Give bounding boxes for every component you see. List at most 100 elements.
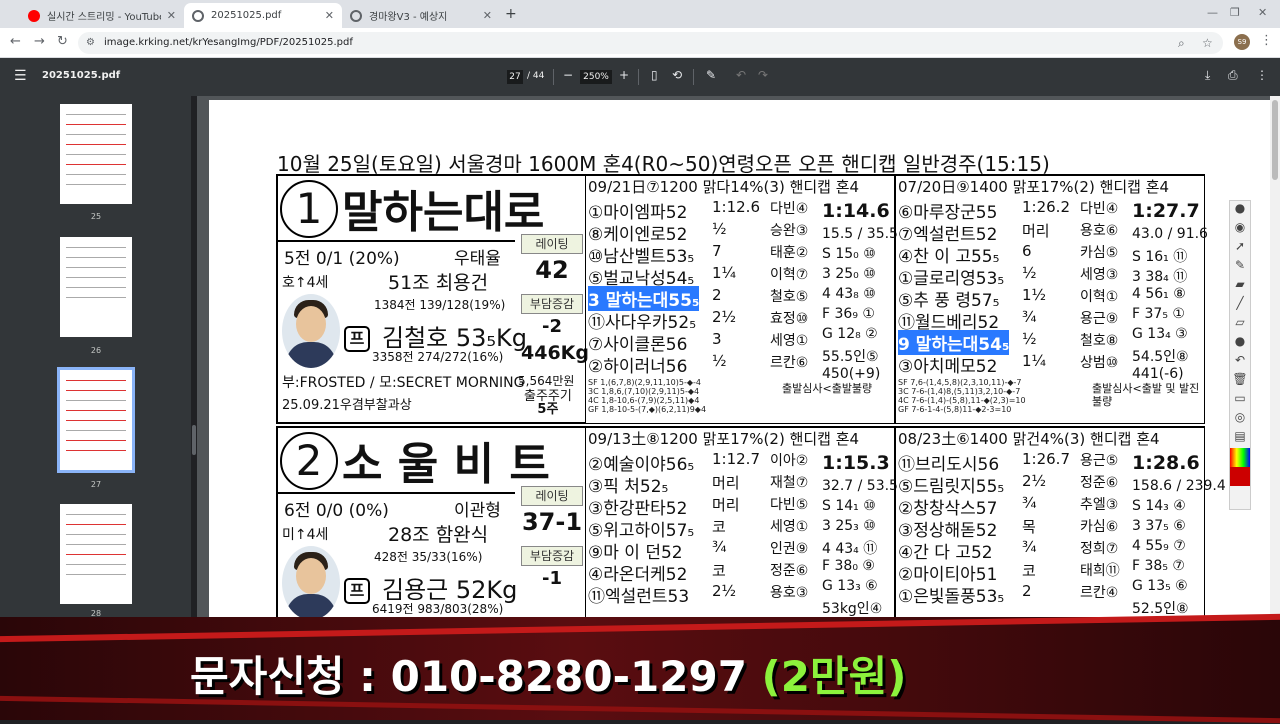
tab-title: 실시간 스트리밍 - YouTube Stu [47, 12, 161, 23]
close-icon[interactable]: ✕ [483, 9, 492, 22]
divider [693, 69, 694, 85]
rotate-icon[interactable]: ⟲ [672, 68, 682, 82]
race-result-row: ⑤위고하이57₅ 코 세영① [588, 516, 818, 541]
thumbnail-sidebar: 25 26 27 28 [0, 96, 191, 620]
eye-icon[interactable]: ◉ [1230, 220, 1250, 239]
divider [278, 492, 515, 494]
thumbnail-page-selected[interactable] [57, 367, 135, 473]
race-header: 09/21日⑦1200 맑다14%(3) 핸디캡 혼4 [588, 178, 860, 196]
race-result-row: ②예술이야56₅ 1:12.7 이아② [588, 450, 818, 475]
race-result-row: ⑧케이엔로52 ½ 승완③ [588, 220, 818, 245]
race-result-row: ①은빛돌풍53₅ 2 르칸④ [898, 582, 1128, 607]
cell-jk: 다빈⑤ [770, 497, 809, 513]
zoom-input[interactable]: 250% [580, 70, 612, 84]
pin-icon[interactable]: ● [1230, 201, 1250, 220]
race-result-row: ②창창삭스57 ¾ 추엘③ [898, 494, 1128, 519]
thumbnail-page[interactable] [60, 104, 132, 204]
highlighter-icon[interactable]: ▰ [1230, 277, 1250, 296]
tab-yesangji[interactable]: 경마왕V3 - 예상지 ✕ [342, 3, 500, 28]
cell-mg: 1:26.2 [1022, 198, 1070, 216]
pen-icon[interactable]: ✎ [1230, 258, 1250, 277]
close-icon[interactable]: ✕ [167, 9, 176, 22]
cell-mg: ¾ [1022, 494, 1037, 512]
zoom-out-button[interactable]: − [563, 68, 573, 82]
cell-jk: 효정⑩ [770, 311, 809, 327]
tab-title: 경마왕V3 - 예상지 [369, 12, 448, 23]
camera-icon[interactable]: ◎ [1230, 410, 1250, 429]
reload-icon[interactable]: ↻ [57, 34, 68, 49]
page-scrollbar[interactable] [1270, 96, 1280, 620]
back-icon[interactable]: ← [10, 34, 21, 49]
new-tab-button[interactable]: + [505, 6, 517, 22]
race-stat: F 38₀ ⑨ [822, 558, 875, 574]
address-bar[interactable]: ⚙ image.krking.net/krYesangImg/PDF/20251… [78, 32, 1223, 54]
thumbnail-page[interactable] [60, 504, 132, 604]
clipboard-icon[interactable]: ▤ [1230, 429, 1250, 448]
race-stat: 43.0 / 91.6 [1132, 226, 1208, 242]
download-icon[interactable]: ⤓ [1205, 68, 1210, 83]
cell-jk: 카심⑥ [1080, 519, 1119, 535]
tab-pdf[interactable]: 20251025.pdf ✕ [184, 3, 342, 28]
forward-icon[interactable]: → [34, 34, 45, 49]
body-weight: 446Kg [521, 342, 589, 364]
cell-mg: 1¼ [1022, 352, 1047, 370]
cell-mg: 3 [712, 330, 722, 348]
eraser-icon[interactable]: ▱ [1230, 315, 1250, 334]
redo-icon[interactable]: ↷ [758, 68, 768, 82]
cell-jk: 용호③ [770, 585, 809, 601]
jockey-stats: 3358전 274/272(16%) [372, 350, 504, 364]
annotate-icon[interactable]: ✎ [706, 68, 716, 82]
race-stat: 4 43₄ ⑪ [822, 541, 878, 557]
browser-toolbar: ← → ↻ ⚙ image.krking.net/krYesangImg/PDF… [0, 28, 1280, 58]
race-result-row: ⑤드림릿지55₅ 2½ 정준⑥ [898, 472, 1128, 497]
zoom-icon[interactable]: ⌕ [1178, 32, 1185, 54]
fit-page-icon[interactable]: ▯ [651, 68, 658, 82]
close-icon[interactable]: ✕ [325, 9, 334, 22]
site-info-icon[interactable]: ⚙ [86, 32, 95, 54]
trash-icon[interactable]: 🗑 [1230, 372, 1250, 391]
more-options-icon[interactable]: ⋮ [1256, 68, 1268, 82]
hamburger-menu-icon[interactable]: ☰ [14, 68, 27, 84]
cell-mg: ½ [1022, 330, 1037, 348]
race-stat: S 14₃ ④ [1132, 498, 1186, 514]
cell-jk: 세영① [770, 519, 809, 535]
color-palette-icon[interactable] [1230, 448, 1250, 467]
maximize-icon[interactable]: ❐ [1230, 6, 1240, 19]
cursor-icon[interactable]: ➚ [1230, 239, 1250, 258]
cell-jk: 정준⑥ [1080, 475, 1119, 491]
print-icon[interactable]: ⎙ [1228, 68, 1238, 83]
race-stat: 4 56₁ ⑧ [1132, 286, 1186, 302]
thumbnail-page[interactable] [60, 237, 132, 337]
race-result-row: ⑦엑설런트52 머리 용호⑥ [898, 220, 1128, 245]
cell-nm: ①은빛돌풍53₅ [898, 587, 1005, 607]
close-window-icon[interactable]: ✕ [1258, 6, 1267, 19]
horse-entry-1: 1 말하는대로 5전 0/1 (20%) 우태율 레이팅 42 호↑4세 51조… [276, 174, 589, 424]
zoom-in-button[interactable]: + [619, 68, 629, 82]
tab-youtube[interactable]: 실시간 스트리밍 - YouTube Stu ✕ [20, 3, 184, 28]
thumbnail-label: 26 [90, 346, 102, 355]
minimize-icon[interactable]: — [1207, 6, 1218, 19]
color-swatch-icon[interactable] [1230, 467, 1250, 486]
weight-change-value: -1 [542, 568, 562, 589]
profile-avatar[interactable]: S9 [1234, 34, 1250, 50]
race-stat: S 15₀ ⑩ [822, 246, 876, 262]
bookmark-star-icon[interactable]: ☆ [1202, 32, 1213, 54]
race-stat: 4 55₉ ⑦ [1132, 538, 1186, 554]
jockey-photo [282, 294, 340, 368]
sidebar-scrollbar[interactable] [192, 425, 196, 455]
more-menu-icon[interactable]: ⋮ [1260, 33, 1273, 48]
race-stat: S 16₁ ⑪ [1132, 249, 1188, 265]
dot-icon[interactable]: ● [1230, 334, 1250, 353]
sf-line: GF 1,8-10-5-(7,◆)(6,2,11)9◆4 [588, 405, 707, 414]
undo-icon[interactable]: ↶ [1230, 353, 1250, 372]
page-number-input[interactable]: 27 [507, 70, 523, 84]
cell-jk: 이혁⑦ [770, 267, 809, 283]
race-result-row: 3 말하는대55₅ 2 철호⑤ [588, 286, 818, 311]
rating-label: 레이팅 [521, 486, 583, 506]
race-stat: F 37₅ ① [1132, 306, 1185, 322]
screen-icon[interactable]: ▭ [1230, 391, 1250, 410]
undo-icon[interactable]: ↶ [736, 68, 746, 82]
line-icon[interactable]: ╱ [1230, 296, 1250, 315]
race-stat: 3 37₅ ⑥ [1132, 518, 1186, 534]
trainer-stats: 1384전 139/128(19%) [374, 298, 506, 312]
